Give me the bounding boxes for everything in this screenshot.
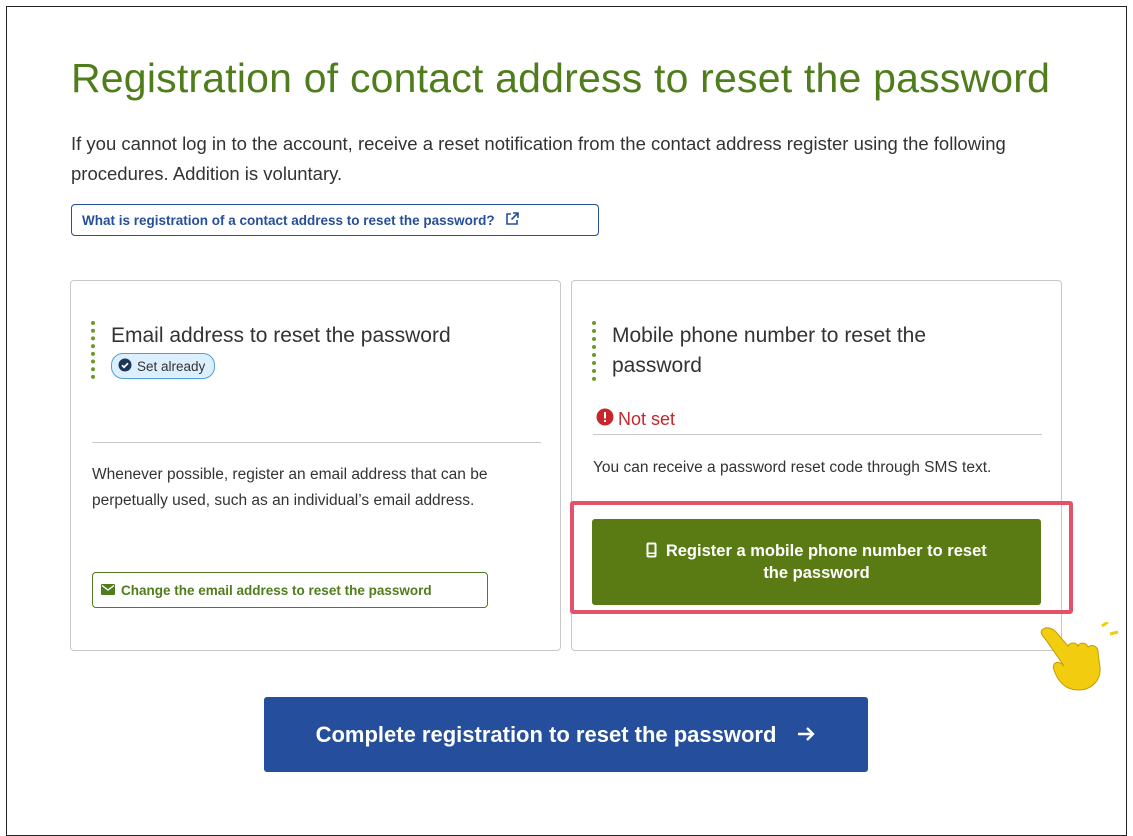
complete-registration-label: Complete registration to reset the passw…: [315, 721, 777, 747]
intro-text: If you cannot log in to the account, rec…: [71, 133, 1006, 184]
mobile-phone-icon: [646, 542, 666, 560]
help-link-label: What is registration of a contact addres…: [82, 212, 495, 228]
arrow-right-icon: [796, 722, 816, 748]
status-badge: Set already: [111, 353, 216, 379]
check-circle-icon: [118, 358, 132, 375]
email-card-title: Email address to reset the password: [111, 324, 451, 347]
mobile-card-description: You can receive a password reset code th…: [593, 459, 992, 476]
status-badge-label: Set already: [137, 358, 206, 374]
not-set-status: Not set: [596, 408, 675, 431]
email-card: Email address to reset the password Set …: [70, 280, 561, 651]
pointer-hand-icon: [1040, 620, 1130, 694]
divider: [92, 442, 541, 443]
divider: [593, 434, 1042, 435]
not-set-label: Not set: [618, 409, 676, 429]
complete-registration-button[interactable]: Complete registration to reset the passw…: [264, 697, 868, 772]
help-link[interactable]: What is registration of a contact addres…: [71, 204, 599, 236]
mobile-card-header: Mobile phone number to reset the passwor…: [592, 321, 992, 381]
change-email-label: Change the email address to reset the pa…: [121, 582, 432, 598]
envelope-icon: [101, 583, 115, 598]
register-mobile-button[interactable]: Register a mobile phone number to reset …: [592, 519, 1041, 605]
register-mobile-text: Register a mobile phone number to reset …: [665, 542, 987, 582]
mobile-card-title: Mobile phone number to reset the passwor…: [612, 324, 927, 377]
email-card-description: Whenever possible, register an email add…: [92, 466, 488, 509]
external-link-icon: [505, 211, 519, 229]
email-card-header: Email address to reset the password Set …: [91, 321, 451, 379]
register-mobile-label: Register a mobile phone number to reset …: [632, 540, 1001, 584]
exclamation-circle-icon: [596, 408, 614, 431]
change-email-button[interactable]: Change the email address to reset the pa…: [92, 572, 488, 608]
page-title: Registration of contact address to reset…: [71, 55, 1051, 101]
